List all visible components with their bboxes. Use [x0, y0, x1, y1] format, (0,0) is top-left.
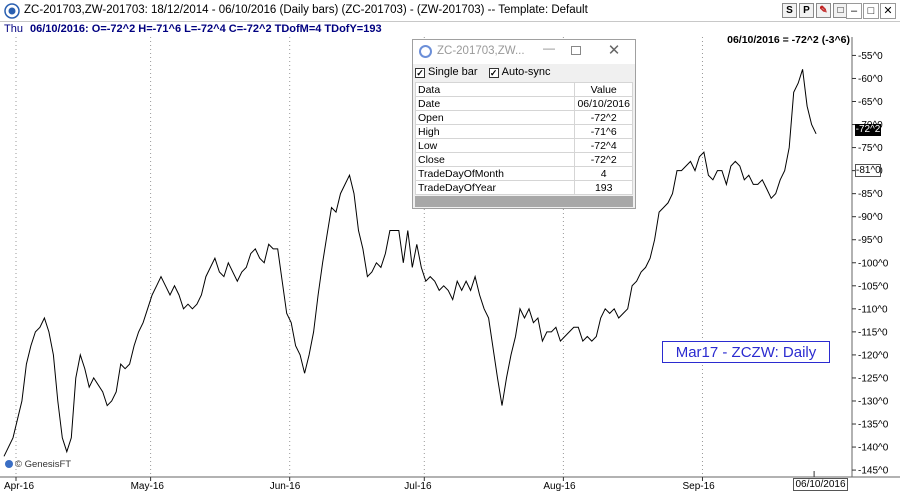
data-window-title-bar[interactable]: ZC-201703,ZW... — ✕ [413, 40, 635, 64]
auto-sync-option[interactable]: ✓ Auto-sync [488, 66, 551, 78]
y-tick-label: -75^0 [858, 143, 883, 154]
table-row: Close -72^2 [414, 152, 633, 167]
p-toolbar-button[interactable]: P [799, 3, 814, 18]
single-bar-checkbox[interactable]: ✓ [415, 68, 425, 78]
column-header: Value [574, 82, 633, 97]
table-header-row: Data Value [414, 82, 633, 97]
x-tick-label: Sep-16 [682, 481, 715, 492]
field-name: Date [414, 96, 576, 111]
table-row: Open -72^2 [414, 110, 633, 125]
data-window-title: ZC-201703,ZW... [437, 45, 525, 57]
watermark: © GenesisFT [5, 459, 71, 470]
y-tick-label: -105^0 [858, 281, 889, 292]
data-window-options: ✓ Single bar ✓ Auto-sync [415, 66, 633, 81]
y-tick-label: -85^0 [858, 189, 883, 200]
column-header: Data [414, 82, 576, 97]
x-tick-label: May-16 [131, 481, 165, 492]
data-window-close-icon[interactable]: ✕ [605, 42, 623, 60]
app-icon [4, 3, 20, 19]
x-tick-label: Apr-16 [4, 481, 34, 492]
x-tick-label: Jun-16 [270, 481, 301, 492]
auto-sync-checkbox[interactable]: ✓ [488, 68, 499, 78]
y-tick-label: -100^0 [858, 258, 889, 269]
watermark-text: © GenesisFT [15, 459, 72, 470]
field-name: Close [414, 152, 576, 167]
y-tick-label: -145^0 [858, 466, 889, 477]
field-value: -72^2 [574, 110, 633, 125]
s-toolbar-button[interactable]: S [782, 3, 797, 18]
y-tick-label: -125^0 [858, 373, 889, 384]
window-title: ZC-201703,ZW-201703: 18/12/2014 - 06/10/… [24, 4, 588, 16]
genesis-logo-icon [5, 460, 13, 468]
window-title-bar: ZC-201703,ZW-201703: 18/12/2014 - 06/10/… [0, 0, 900, 22]
y-tick-label: -60^0 [858, 74, 883, 85]
y-tick-label: -65^0 [858, 97, 883, 108]
table-row: TradeDayOfYear 193 [414, 180, 633, 195]
cursor-value-tag: -81^0 [855, 164, 881, 177]
minimize-button[interactable]: – [846, 3, 862, 19]
y-tick-label: -90^0 [858, 212, 883, 223]
field-name: TradeDayOfMonth [414, 166, 576, 181]
field-value: -72^4 [574, 138, 633, 153]
y-tick-label: -140^0 [858, 443, 889, 454]
field-value: -72^2 [574, 152, 633, 167]
data-window-scroll-area[interactable] [415, 196, 633, 207]
field-name: TradeDayOfYear [414, 180, 576, 195]
maximize-button[interactable]: □ [863, 3, 879, 19]
y-tick-label: -135^0 [858, 420, 889, 431]
field-value: 4 [574, 166, 633, 181]
single-bar-label: Single bar [428, 66, 478, 78]
cursor-date-tag: 06/10/2016 [793, 478, 848, 491]
x-tick-label: Aug-16 [543, 481, 576, 492]
y-tick-label: -120^0 [858, 350, 889, 361]
y-tick-label: -95^0 [858, 235, 883, 246]
field-name: Low [414, 138, 576, 153]
y-tick-label: -115^0 [858, 327, 888, 338]
field-value: 193 [574, 180, 633, 195]
y-tick-label: -130^0 [858, 396, 889, 407]
field-value: 06/10/2016 [574, 96, 633, 111]
table-row: High -71^6 [414, 124, 633, 139]
field-name: High [414, 124, 576, 139]
table-row: Low -72^4 [414, 138, 633, 153]
table-row: Date 06/10/2016 [414, 96, 633, 111]
current-value-tag: -72^2 [855, 124, 881, 136]
info-day: Thu [4, 23, 23, 35]
field-name: Open [414, 110, 576, 125]
chart-label[interactable]: Mar17 - ZCZW: Daily [662, 341, 830, 363]
close-button[interactable]: ✕ [880, 3, 896, 19]
data-window-maximize-icon[interactable] [571, 46, 581, 55]
single-bar-option[interactable]: ✓ Single bar [415, 66, 478, 78]
table-row: TradeDayOfMonth 4 [414, 166, 633, 181]
data-table: Data Value Date 06/10/2016 Open -72^2 High… [414, 82, 633, 195]
field-value: -71^6 [574, 124, 633, 139]
y-tick-label: -110^0 [858, 304, 888, 315]
y-tick-label: -55^0 [858, 51, 883, 62]
spread-series-line [3, 69, 817, 457]
auto-sync-label: Auto-sync [501, 66, 551, 78]
draw-tool-button[interactable]: ✎ [816, 3, 831, 18]
info-values: 06/10/2016: O=-72^2 H=-71^6 L=-72^4 C=-7… [30, 23, 382, 35]
data-window-minimize-icon[interactable]: — [538, 41, 560, 61]
data-window-icon [419, 45, 432, 58]
x-tick-label: Jul-16 [404, 481, 432, 492]
data-window[interactable]: ZC-201703,ZW... — ✕ ✓ Single bar ✓ Auto-sy… [412, 39, 636, 209]
